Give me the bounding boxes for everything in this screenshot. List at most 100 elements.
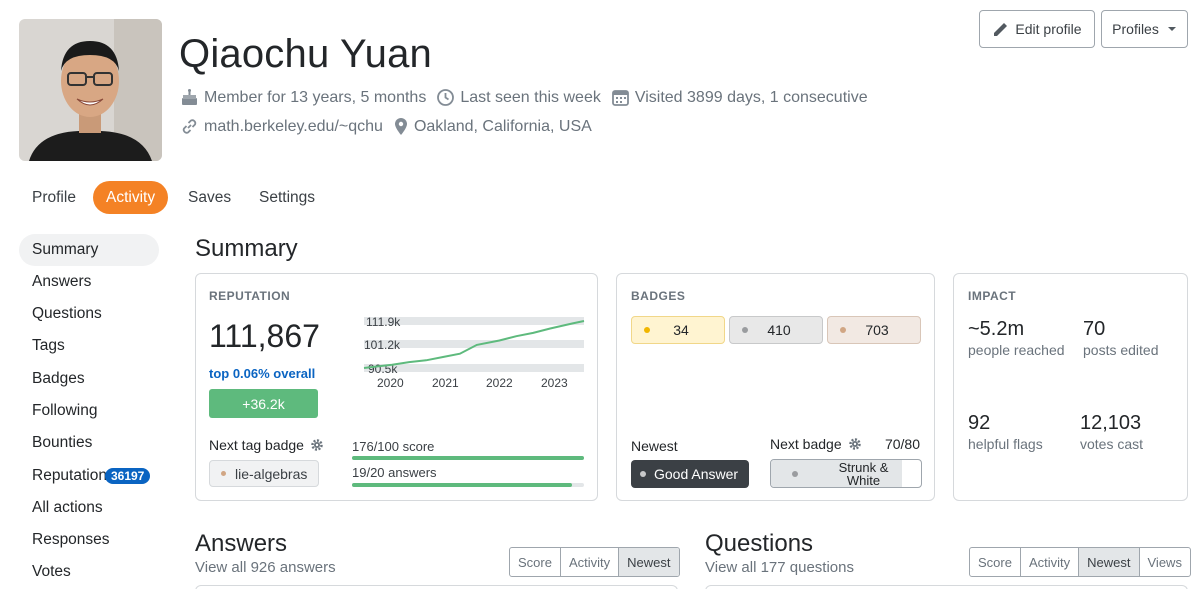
website-link[interactable]: math.berkeley.edu/~qchu xyxy=(204,118,383,136)
newest-badge-label: Newest xyxy=(631,438,678,454)
last-seen: Last seen this week xyxy=(436,88,601,107)
silver-badge-count[interactable]: 410 xyxy=(729,316,823,344)
tab-settings[interactable]: Settings xyxy=(246,181,328,214)
caret-down-icon xyxy=(1167,27,1176,31)
view-all-answers-link[interactable]: View all 926 answers xyxy=(195,559,336,576)
next-tag-badge: Next tag badge xyxy=(209,437,324,453)
x-tick-label: 2020 xyxy=(377,376,404,390)
reputation-card: REPUTATION 111,867 top 0.06% overall +36… xyxy=(195,273,598,501)
impact-card: IMPACT ~5.2m people reached 70 posts edi… xyxy=(953,273,1188,501)
cake-icon xyxy=(182,89,197,105)
sort-newest[interactable]: Newest xyxy=(1079,548,1140,576)
location-pin-icon xyxy=(394,118,407,135)
next-tag-badge-label: Next tag badge xyxy=(209,437,304,453)
next-badge-chip[interactable]: Strunk & White xyxy=(770,459,922,488)
next-badge-label: Next badge xyxy=(770,436,842,452)
questions-sort-group: Score Activity Newest Views xyxy=(969,547,1191,577)
impact-label: IMPACT xyxy=(968,289,1017,303)
sort-activity[interactable]: Activity xyxy=(1021,548,1080,576)
tab-profile[interactable]: Profile xyxy=(19,181,89,214)
silver-count: 410 xyxy=(767,322,791,338)
gear-icon[interactable] xyxy=(310,438,324,452)
next-badge-name-line2: White xyxy=(846,472,881,488)
answers-sort-group: Score Activity Newest xyxy=(509,547,680,577)
location: Oakland, California, USA xyxy=(393,117,592,136)
avatar[interactable] xyxy=(19,19,162,161)
next-badge-progress: 70/80 xyxy=(884,436,920,452)
silver-dot-icon xyxy=(640,471,646,477)
avatar-image xyxy=(19,19,162,161)
newest-badge-name: Good Answer xyxy=(654,466,739,482)
profiles-label: Profiles xyxy=(1112,21,1159,37)
sidebar-item-reputation[interactable]: Reputation 36197 xyxy=(19,460,159,492)
x-tick-label: 2023 xyxy=(541,376,568,390)
y-tick-label: 111.9k xyxy=(366,315,401,329)
bronze-count: 703 xyxy=(865,322,889,338)
badges-label: BADGES xyxy=(631,289,686,303)
y-tick-label: 101.2k xyxy=(364,338,401,352)
questions-title: Questions xyxy=(705,530,814,557)
answers-progress-text: 19/20 answers xyxy=(352,465,437,480)
sort-views[interactable]: Views xyxy=(1140,548,1190,576)
x-tick-label: 2022 xyxy=(486,376,513,390)
answers-progress-fill xyxy=(352,483,573,487)
view-all-questions-link[interactable]: View all 177 questions xyxy=(705,559,854,576)
summary-title: Summary xyxy=(195,235,298,262)
sidebar-item-badges[interactable]: Badges xyxy=(19,363,159,395)
profiles-dropdown[interactable]: Profiles xyxy=(1101,10,1188,48)
reputation-label: REPUTATION xyxy=(209,289,291,303)
sidebar-item-bounties[interactable]: Bounties xyxy=(19,427,159,459)
calendar-icon xyxy=(611,90,629,106)
impact-stat-value: 92 xyxy=(968,412,991,434)
sort-score[interactable]: Score xyxy=(510,548,561,576)
sidebar-item-all-actions[interactable]: All actions xyxy=(19,492,159,524)
silver-dot-icon xyxy=(792,471,798,477)
sidebar-item-summary[interactable]: Summary xyxy=(19,234,159,266)
answers-list-card xyxy=(195,585,678,589)
reputation-chart[interactable]: 111.9k 101.2k 90.5k 2020 2021 2022 2023 xyxy=(352,314,588,392)
gold-badge-count[interactable]: 34 xyxy=(631,316,725,344)
sidebar-item-questions[interactable]: Questions xyxy=(19,298,159,330)
score-progress-bar xyxy=(352,456,584,460)
tab-saves[interactable]: Saves xyxy=(175,181,244,214)
gold-count: 34 xyxy=(673,322,689,338)
member-since: Member for 13 years, 5 months xyxy=(180,88,426,107)
user-meta-row-1: Member for 13 years, 5 months Last seen … xyxy=(180,88,878,107)
answers-title: Answers xyxy=(195,530,288,557)
sidebar-item-votes[interactable]: Votes xyxy=(19,556,159,588)
sidebar-item-tags[interactable]: Tags xyxy=(19,330,159,362)
sort-score[interactable]: Score xyxy=(970,548,1021,576)
impact-stat-value: 12,103 xyxy=(1080,412,1142,434)
next-badge: Next badge xyxy=(770,436,862,452)
tab-activity[interactable]: Activity xyxy=(93,181,169,214)
visited-text: Visited 3899 days, 1 consecutive xyxy=(634,88,868,106)
next-badge-name-line1: Strunk & xyxy=(838,459,889,475)
sidebar-item-following[interactable]: Following xyxy=(19,395,159,427)
sidebar-item-responses[interactable]: Responses xyxy=(19,524,159,556)
newest-badge-chip[interactable]: Good Answer xyxy=(631,460,749,488)
reputation-value: 111,867 xyxy=(209,318,320,354)
next-badge-name: Strunk & White xyxy=(806,460,921,487)
user-name: Qiaochu Yuan xyxy=(179,32,432,76)
badges-card: BADGES 34 410 703 Newest Good Answer Nex… xyxy=(616,273,935,501)
edit-profile-button[interactable]: Edit profile xyxy=(979,10,1095,48)
edit-profile-label: Edit profile xyxy=(1015,21,1082,37)
tag-chip[interactable]: lie-algebras xyxy=(209,460,320,487)
sort-newest[interactable]: Newest xyxy=(619,548,679,576)
answers-progress-bar xyxy=(352,483,584,487)
bronze-dot-icon xyxy=(221,471,226,476)
bronze-badge-count[interactable]: 703 xyxy=(827,316,921,344)
visited: Visited 3899 days, 1 consecutive xyxy=(611,88,868,107)
impact-stat-value: 70 xyxy=(1083,318,1106,340)
score-progress-fill xyxy=(352,456,584,460)
sort-activity[interactable]: Activity xyxy=(561,548,620,576)
questions-list-card xyxy=(705,585,1188,589)
gear-icon[interactable] xyxy=(848,437,862,451)
website[interactable]: math.berkeley.edu/~qchu xyxy=(180,117,383,136)
pencil-icon xyxy=(994,23,1008,36)
sidebar-item-answers[interactable]: Answers xyxy=(19,266,159,298)
location-text: Oakland, California, USA xyxy=(413,117,592,135)
link-icon xyxy=(182,119,197,134)
reputation-rank-link[interactable]: top 0.06% overall xyxy=(209,366,315,381)
user-meta-row-2: math.berkeley.edu/~qchu Oakland, Califor… xyxy=(180,117,602,136)
